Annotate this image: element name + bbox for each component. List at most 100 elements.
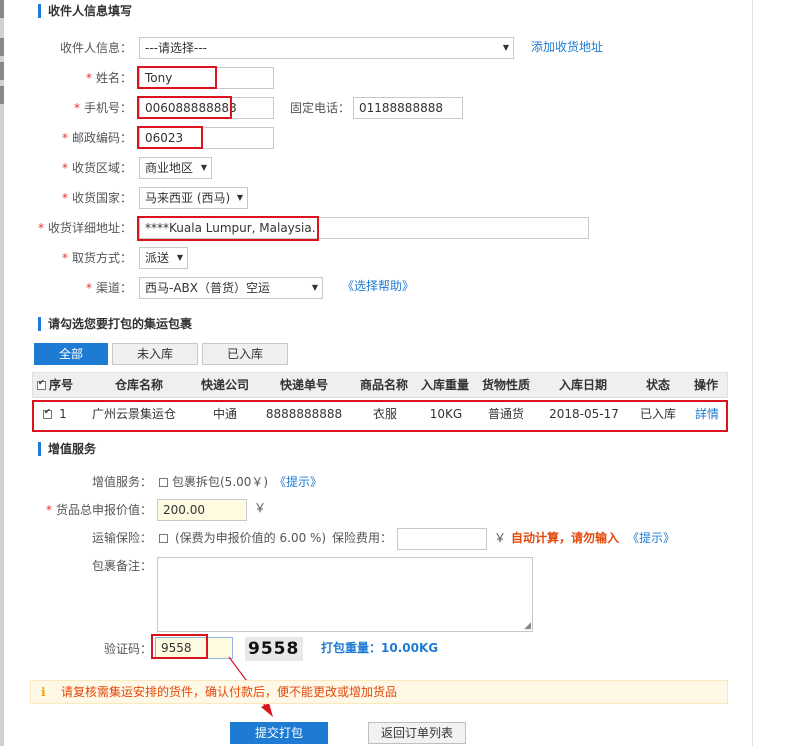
pickup-select[interactable]: 派送 ▼ <box>139 247 188 269</box>
recipient-info-label: 收件人信息： <box>59 41 132 55</box>
left-strip-mark <box>0 86 4 104</box>
tab-stored[interactable]: 已入库 <box>202 343 288 365</box>
captcha-highlight-box <box>151 634 208 659</box>
notice-bar: ℹ 请复核需集运安排的货件，确认付款后，便不能更改或增加货品 <box>30 680 728 704</box>
required-mark: * <box>85 71 92 85</box>
channel-help-link[interactable]: 《选择帮助》 <box>342 275 414 297</box>
split-option-label: 包裹拆包(5.00￥) <box>172 475 269 489</box>
pickup-label: * 取货方式： <box>40 247 132 269</box>
left-strip-mark <box>0 62 4 80</box>
required-mark: * <box>61 131 68 145</box>
insurance-fee-label: 保险费用： <box>332 531 393 545</box>
name-label-text: 姓名： <box>95 71 132 85</box>
chevron-down-icon: ▼ <box>176 253 183 262</box>
resize-handle-icon[interactable]: ◢ <box>524 621 531 631</box>
declared-value-input[interactable]: 200.00 <box>157 499 247 521</box>
remark-label: 包裹备注： <box>91 559 152 573</box>
country-label-text: 收货国家： <box>71 191 132 205</box>
chevron-down-icon: ▼ <box>502 43 509 52</box>
region-label: * 收货区域： <box>40 157 132 179</box>
notice-text: 请复核需集运安排的货件，确认付款后，便不能更改或增加货品 <box>61 685 398 699</box>
tab-all[interactable]: 全部 <box>34 343 108 365</box>
chevron-down-icon: ▼ <box>236 193 243 202</box>
add-address-link[interactable]: 添加收货地址 <box>531 36 603 58</box>
left-strip-mark <box>0 38 4 56</box>
mobile-highlight-box <box>137 96 232 119</box>
address-label: * 收货详细地址： <box>20 217 132 239</box>
column-header: 入库日期 <box>558 378 607 392</box>
insurance-label: 运输保险： <box>91 531 152 545</box>
required-mark: * <box>45 503 52 517</box>
insurance-tip-link[interactable]: 《提示》 <box>627 527 675 549</box>
pack-weight-text: 打包重量：10.00KG <box>321 641 439 655</box>
service-tip-link[interactable]: 《提示》 <box>274 471 322 493</box>
info-icon: ℹ <box>41 685 46 699</box>
left-strip-mark <box>0 0 4 18</box>
country-label: * 收货国家： <box>40 187 132 209</box>
recipient-info-select[interactable]: ---请选择--- ▼ <box>139 37 514 59</box>
required-mark: * <box>73 101 80 115</box>
required-mark: * <box>61 191 68 205</box>
declared-label: * 货品总申报价值： <box>20 499 152 521</box>
left-scroll-strip <box>0 0 4 746</box>
required-mark: * <box>61 251 68 265</box>
column-header: 序号 <box>48 378 73 392</box>
channel-label-text: 渠道： <box>95 281 132 295</box>
split-checkbox[interactable] <box>159 478 168 487</box>
declared-currency: ￥ <box>254 501 267 515</box>
region-value: 商业地区 <box>145 161 194 175</box>
submit-pack-button[interactable]: 提交打包 <box>230 722 328 744</box>
insurance-fee-input[interactable] <box>397 528 487 550</box>
column-header: 商品名称 <box>359 378 408 392</box>
recipient-section-title: 收件人信息填写 <box>38 4 132 18</box>
postcode-label-text: 邮政编码： <box>71 131 132 145</box>
select-all-checkbox[interactable] <box>37 378 46 390</box>
phone-input[interactable]: 01188888888 <box>353 97 463 119</box>
country-select[interactable]: 马来西亚 (西马) ▼ <box>139 187 248 209</box>
channel-label: * 渠道： <box>40 277 132 299</box>
pickup-value: 派送 <box>145 251 170 265</box>
country-value: 马来西亚 (西马) <box>145 191 231 205</box>
service-label: 增值服务： <box>91 475 152 489</box>
chevron-down-icon: ▼ <box>311 283 318 292</box>
required-mark: * <box>61 161 68 175</box>
postcode-highlight-box <box>137 126 203 149</box>
column-header: 操作 <box>693 378 718 392</box>
column-header: 仓库名称 <box>114 378 163 392</box>
declared-label-text: 货品总申报价值： <box>55 503 152 517</box>
column-header: 状态 <box>645 378 670 392</box>
column-header: 入库重量 <box>420 378 469 392</box>
name-highlight-box <box>137 66 217 89</box>
required-mark: * <box>85 281 92 295</box>
channel-value: 西马-ABX（普货）空运 <box>145 281 270 295</box>
column-header: 货物性质 <box>481 378 530 392</box>
row-highlight-box <box>32 400 728 432</box>
postcode-label: * 邮政编码： <box>40 127 132 149</box>
channel-select[interactable]: 西马-ABX（普货）空运 ▼ <box>139 277 323 299</box>
insurance-checkbox[interactable] <box>159 534 168 543</box>
mobile-label-text: 手机号： <box>83 101 132 115</box>
insurance-currency: ￥ <box>494 531 507 545</box>
phone-label: 固定电话： <box>289 101 350 115</box>
remark-textarea[interactable]: ◢ <box>157 557 533 632</box>
column-header: 快递单号 <box>279 378 328 392</box>
tab-not-stored[interactable]: 未入库 <box>112 343 198 365</box>
region-label-text: 收货区域： <box>71 161 132 175</box>
pickup-label-text: 取货方式： <box>71 251 132 265</box>
name-label: * 姓名： <box>40 67 132 89</box>
chevron-down-icon: ▼ <box>200 163 207 172</box>
auto-calc-note: 自动计算，请勿输入 <box>511 531 620 545</box>
region-select[interactable]: 商业地区 ▼ <box>139 157 212 179</box>
mobile-label: * 手机号： <box>40 97 132 119</box>
content-right-border <box>752 0 753 746</box>
column-header: 快递公司 <box>200 378 249 392</box>
insurance-option-label: (保费为申报价值的 6.00 %) <box>175 531 327 545</box>
value-section-title: 增值服务 <box>38 442 96 456</box>
parcel-section-title: 请勾选您要打包的集运包裹 <box>38 317 192 331</box>
required-mark: * <box>37 221 44 235</box>
address-highlight-box <box>137 216 319 241</box>
back-to-orders-button[interactable]: 返回订单列表 <box>368 722 466 744</box>
address-label-text: 收货详细地址： <box>47 221 132 235</box>
recipient-info-value: ---请选择--- <box>145 41 207 55</box>
captcha-label: 验证码： <box>103 642 152 656</box>
